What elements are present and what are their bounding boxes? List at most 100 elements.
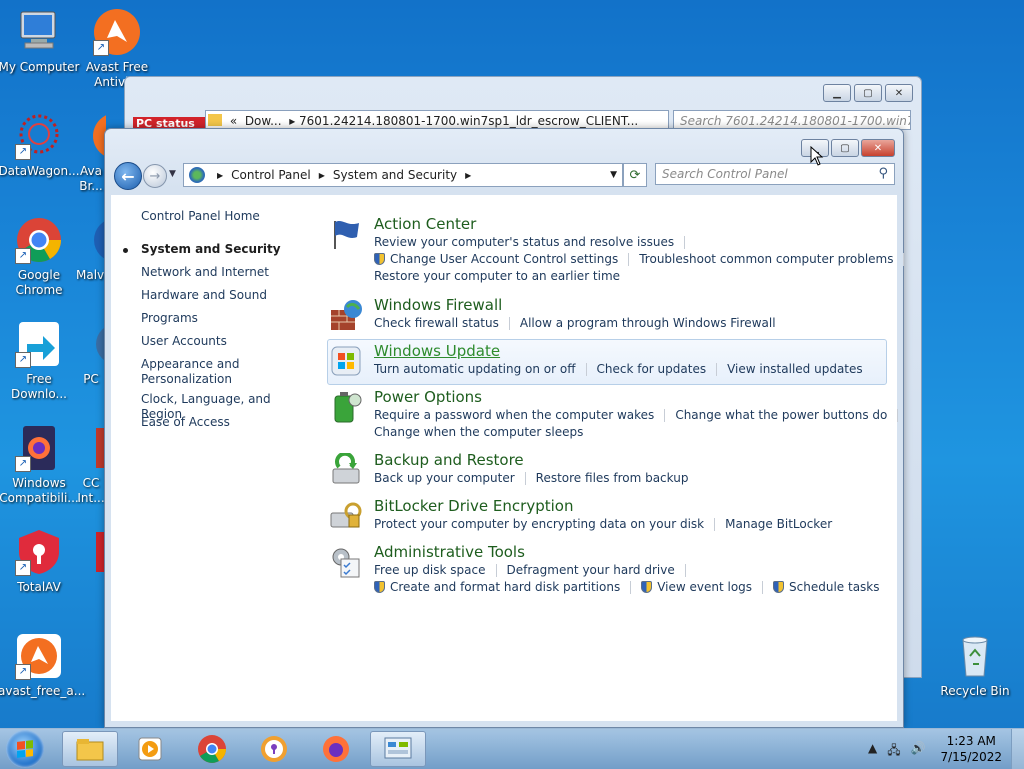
clock[interactable]: 1:23 AM 7/15/2022 [940, 733, 1002, 765]
auto-update-link[interactable]: Turn automatic updating on or off [374, 362, 576, 376]
nav-personalization[interactable]: Personalization [141, 372, 232, 387]
defragment-link[interactable]: Defragment your hard drive [507, 563, 675, 577]
address-segment[interactable]: 7601.24214.180801-1700.win7sp1_ldr_escro… [299, 114, 638, 128]
desktop-icon-label: Windows Compatibili... [0, 476, 79, 505]
chevron-right-icon[interactable]: ▶ [465, 171, 471, 180]
desktop-icon-avast-installer[interactable]: ↗ avast_free_a... [0, 632, 85, 699]
chevron-right-icon[interactable]: ▶ [319, 171, 325, 180]
current-item-bullet [123, 248, 128, 253]
back-arrow-icon[interactable]: ← [114, 162, 142, 190]
taskbar-media-player[interactable] [122, 731, 178, 767]
admin-tools-icon [329, 545, 363, 579]
taskbar-firefox[interactable] [308, 731, 364, 767]
chevron-down-icon[interactable]: ▼ [610, 170, 617, 180]
installed-updates-link[interactable]: View installed updates [727, 362, 863, 376]
forward-arrow-icon[interactable]: → [143, 164, 167, 188]
event-logs-link[interactable]: View event logs [657, 580, 752, 594]
close-button[interactable]: ✕ [885, 84, 913, 102]
disk-partitions-link[interactable]: Create and format hard disk partitions [390, 580, 620, 594]
action-center-title[interactable]: Action Center [374, 215, 476, 233]
show-desktop-button[interactable] [1011, 729, 1024, 769]
desktop-icon-label: Ava Br... [79, 164, 103, 193]
chrome-icon: ↗ [15, 216, 63, 264]
backup-restore-title[interactable]: Backup and Restore [374, 451, 524, 469]
desktop-icon-my-computer[interactable]: My Computer [0, 8, 80, 75]
volume-icon[interactable]: 🔊 [911, 741, 926, 762]
nav-user-accounts[interactable]: User Accounts [141, 334, 227, 349]
check-updates-link[interactable]: Check for updates [597, 362, 707, 376]
manage-bitlocker-link[interactable]: Manage BitLocker [725, 517, 832, 531]
restore-files-link[interactable]: Restore files from backup [536, 471, 689, 485]
nav-appearance[interactable]: Appearance and [141, 357, 239, 372]
desktop-icon-label: Google Chrome [15, 268, 63, 297]
refresh-icon[interactable]: ⟳ [623, 163, 647, 187]
schedule-tasks-link[interactable]: Schedule tasks [789, 580, 879, 594]
desktop-icon-pc[interactable]: PC [76, 320, 106, 387]
desktop-icon-label: Malv... [76, 268, 106, 282]
bitlocker-icon [329, 499, 363, 533]
windows-update-title[interactable]: Windows Update [374, 342, 500, 360]
protect-encrypt-link[interactable]: Protect your computer by encrypting data… [374, 517, 704, 531]
desktop-icon-totalav[interactable]: ↗ TotalAV [0, 528, 80, 595]
desktop-icon-avast-browser[interactable]: Ava Br... [76, 112, 106, 194]
desktop-icon-datawagon[interactable]: ↗ DataWagon... [0, 112, 80, 179]
uac-shield-icon [773, 581, 785, 593]
taskbar-security-app[interactable] [246, 731, 302, 767]
taskbar-chrome[interactable] [184, 731, 240, 767]
search-input[interactable]: Search Control Panel ⚲ [655, 163, 895, 185]
maximize-button[interactable]: ▢ [831, 139, 859, 157]
start-button[interactable] [6, 730, 44, 768]
troubleshoot-link[interactable]: Troubleshoot common computer problems [639, 252, 893, 266]
review-status-link[interactable]: Review your computer's status and resolv… [374, 235, 674, 249]
desktop-icon-chrome[interactable]: ↗ Google Chrome [0, 216, 80, 298]
backup-computer-link[interactable]: Back up your computer [374, 471, 515, 485]
battery-icon [329, 390, 363, 424]
breadcrumb-system-security[interactable]: System and Security [333, 168, 457, 182]
breadcrumb-control-panel[interactable]: Control Panel [231, 168, 311, 182]
desktop-icon-windows-compat[interactable]: ↗ Windows Compatibili... [0, 424, 80, 506]
bitlocker-title[interactable]: BitLocker Drive Encryption [374, 497, 573, 515]
sleep-link[interactable]: Change when the computer sleeps [374, 425, 583, 439]
nav-control-panel-home[interactable]: Control Panel Home [141, 209, 260, 224]
allow-program-link[interactable]: Allow a program through Windows Firewall [520, 316, 776, 330]
desktop-icon-red-app[interactable] [76, 528, 106, 580]
taskbar-control-panel[interactable] [370, 731, 426, 767]
network-icon[interactable]: 🖧 [887, 741, 900, 762]
chevron-right-icon[interactable]: ▶ [217, 171, 223, 180]
taskbar-explorer[interactable] [62, 731, 118, 767]
search-input[interactable]: Search 7601.24214.180801-1700.win7s... [673, 110, 911, 130]
close-button[interactable]: ✕ [861, 139, 895, 157]
windows-firewall-title[interactable]: Windows Firewall [374, 296, 502, 314]
restore-link[interactable]: Restore your computer to an earlier time [374, 269, 620, 283]
desktop-icon-malwarebytes[interactable]: Malv... [76, 216, 106, 283]
address-overflow[interactable]: « [230, 114, 237, 128]
check-firewall-link[interactable]: Check firewall status [374, 316, 499, 330]
wake-password-link[interactable]: Require a password when the computer wak… [374, 408, 654, 422]
uac-settings-link[interactable]: Change User Account Control settings [390, 252, 618, 266]
recent-pages-dropdown[interactable]: ▼ [169, 169, 176, 179]
windows-update-icon [329, 344, 363, 378]
nav-network-internet[interactable]: Network and Internet [141, 265, 269, 280]
nav-programs[interactable]: Programs [141, 311, 198, 326]
desktop-icon-recycle-bin[interactable]: Recycle Bin [934, 632, 1016, 699]
nav-ease-of-access[interactable]: Ease of Access [141, 415, 230, 430]
breadcrumb[interactable]: ▶ Control Panel ▶ System and Security ▶ … [183, 163, 623, 187]
nav-hardware-sound[interactable]: Hardware and Sound [141, 288, 267, 303]
minimize-button[interactable]: ▁ [823, 84, 851, 102]
uac-shield-icon [641, 581, 653, 593]
administrative-tools-title[interactable]: Administrative Tools [374, 543, 525, 561]
power-options-title[interactable]: Power Options [374, 388, 482, 406]
avast-installer-icon: ↗ [15, 632, 63, 680]
maximize-button[interactable]: ▢ [854, 84, 882, 102]
system-tray: ▲ 🖧 🔊 [868, 741, 926, 762]
power-buttons-link[interactable]: Change what the power buttons do [675, 408, 887, 422]
computer-icon [15, 8, 63, 56]
nav-system-security[interactable]: System and Security [141, 242, 281, 257]
free-disk-space-link[interactable]: Free up disk space [374, 563, 486, 577]
desktop-icon-ccleaner[interactable]: CC Int... [76, 424, 106, 506]
address-segment[interactable]: Dow... [245, 114, 282, 128]
desktop-icon-free-download[interactable]: ↗ Free Downlo... [0, 320, 80, 402]
search-icon[interactable]: ⚲ [878, 166, 888, 181]
control-panel-window[interactable]: ▁ ▢ ✕ ← → ▼ ▶ Control Panel ▶ System and… [104, 128, 905, 728]
chevron-up-icon[interactable]: ▲ [868, 741, 877, 762]
